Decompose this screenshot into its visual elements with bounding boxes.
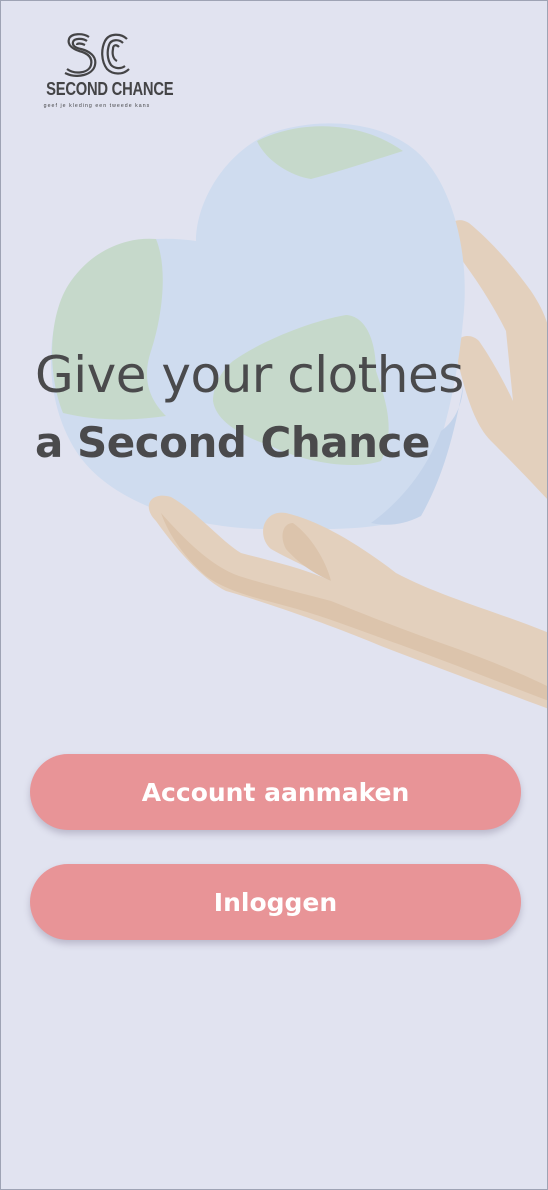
hero-heading: Give your clothes a Second Chance	[35, 341, 464, 477]
brand-logo: SECOND CHANCE geef je kleding een tweede…	[35, 31, 174, 121]
login-button[interactable]: Inloggen	[30, 864, 521, 940]
brand-name: SECOND CHANCE	[46, 79, 174, 99]
hero-heading-line1: Give your clothes	[35, 346, 464, 404]
brand-tagline: geef je kleding een tweede kans	[43, 103, 151, 109]
sc-monogram-icon	[64, 33, 130, 77]
create-account-button[interactable]: Account aanmaken	[30, 754, 521, 830]
welcome-screen: SECOND CHANCE geef je kleding een tweede…	[0, 0, 548, 1190]
hero-heading-line2: a Second Chance	[35, 418, 430, 467]
